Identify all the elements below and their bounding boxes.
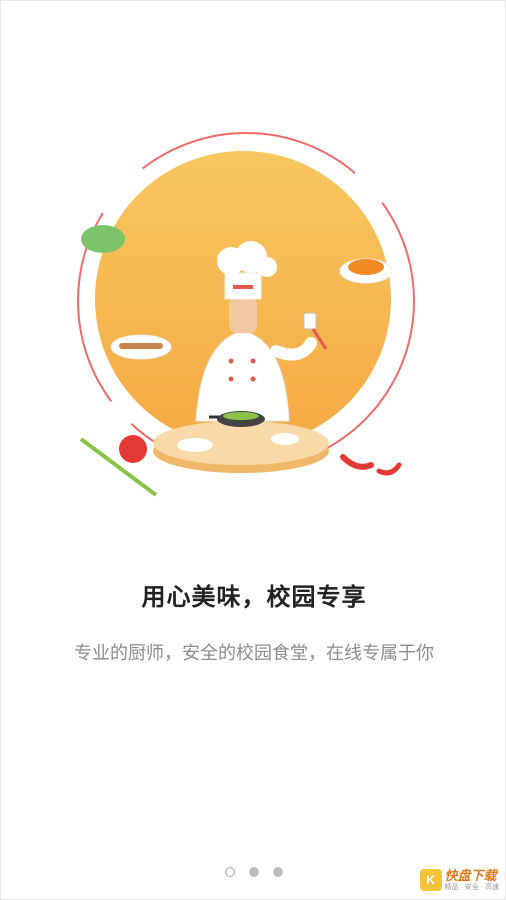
page-dot-3[interactable] [273, 867, 283, 877]
chef-cooking-illustration [77, 132, 415, 497]
page-dot-2[interactable] [249, 867, 259, 877]
onboarding-title: 用心美味，校园专享 [141, 584, 367, 611]
watermark-badge: K 快盘下载 精品 · 安全 · 高速 [419, 868, 499, 891]
watermark-tagline: 精品 · 安全 · 高速 [444, 884, 499, 891]
kuaipan-logo-icon: K [419, 869, 442, 891]
watermark-brand: 快盘下载 [444, 868, 497, 883]
page-dot-1[interactable] [225, 867, 235, 877]
onboarding-subtitle: 专业的厨师，安全的校园食堂，在线专属于你 [74, 643, 434, 663]
screen-frame: 用心美味，校园专享 专业的厨师，安全的校园食堂，在线专属于你 K 快盘下载 精品… [0, 0, 506, 900]
